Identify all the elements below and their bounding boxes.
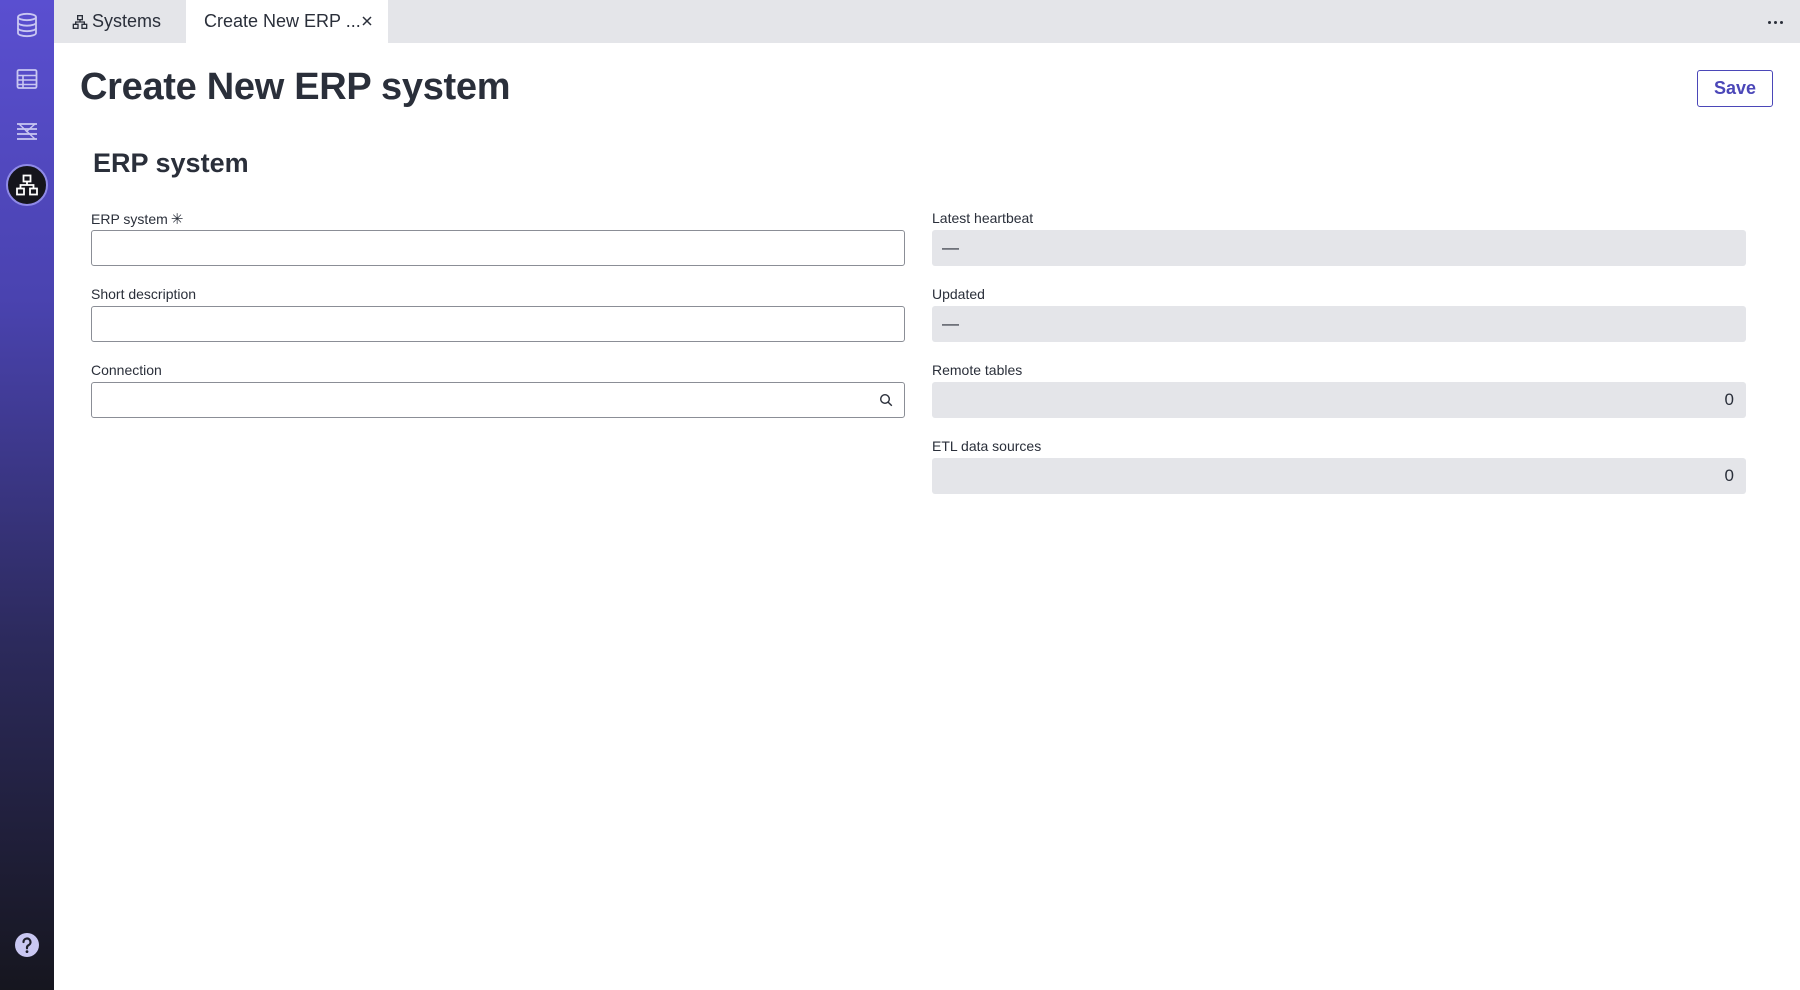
tab-systems-label: Systems — [92, 11, 162, 31]
help-button[interactable] — [14, 932, 40, 958]
rail-item-layers[interactable] — [6, 111, 48, 153]
app-rail — [0, 0, 54, 990]
more-options-button[interactable] — [1764, 12, 1786, 32]
rail-item-systems[interactable] — [6, 164, 48, 206]
save-button[interactable]: Save — [1697, 70, 1773, 107]
etl-data-sources-label: ETL data sources — [932, 438, 1042, 454]
erp-system-input[interactable] — [91, 230, 905, 266]
database-icon — [17, 12, 37, 38]
latest-heartbeat-label: Latest heartbeat — [932, 210, 1034, 226]
systems-icon — [16, 174, 38, 196]
close-icon[interactable] — [360, 14, 374, 28]
tab-create-erp[interactable]: Create New ERP ... — [186, 0, 388, 43]
systems-icon — [72, 14, 88, 29]
tab-bar: Systems Create New ERP ... — [54, 0, 1800, 43]
remote-tables-label: Remote tables — [932, 362, 1023, 378]
table-icon — [16, 69, 38, 89]
layers-icon — [17, 123, 37, 140]
rail-item-tables[interactable] — [6, 58, 48, 100]
rail-item-database[interactable] — [6, 4, 48, 46]
page-title: Create New ERP system — [80, 66, 511, 108]
latest-heartbeat-value: — — [932, 230, 1746, 266]
more-dot — [1779, 20, 1783, 24]
help-icon — [15, 933, 39, 957]
tab-create-erp-label: Create New ERP ... — [204, 11, 361, 31]
search-icon[interactable] — [879, 393, 893, 407]
connection-lookup — [91, 382, 905, 418]
tab-systems[interactable]: Systems — [64, 0, 169, 43]
connection-label: Connection — [91, 362, 162, 378]
required-icon: ✳ — [170, 211, 184, 228]
short-description-input[interactable] — [91, 306, 905, 342]
remote-tables-value: 0 — [932, 382, 1746, 418]
etl-data-sources-value: 0 — [932, 458, 1746, 494]
section-title: ERP system — [93, 148, 249, 178]
erp-system-label: ERP system ✳ — [91, 210, 183, 228]
connection-input[interactable] — [91, 382, 905, 418]
updated-value: — — [932, 306, 1746, 342]
updated-label: Updated — [932, 286, 985, 302]
more-dot — [1773, 20, 1777, 24]
erp-system-label-text: ERP system — [91, 211, 168, 227]
more-dot — [1767, 20, 1771, 24]
short-description-label: Short description — [91, 286, 197, 302]
